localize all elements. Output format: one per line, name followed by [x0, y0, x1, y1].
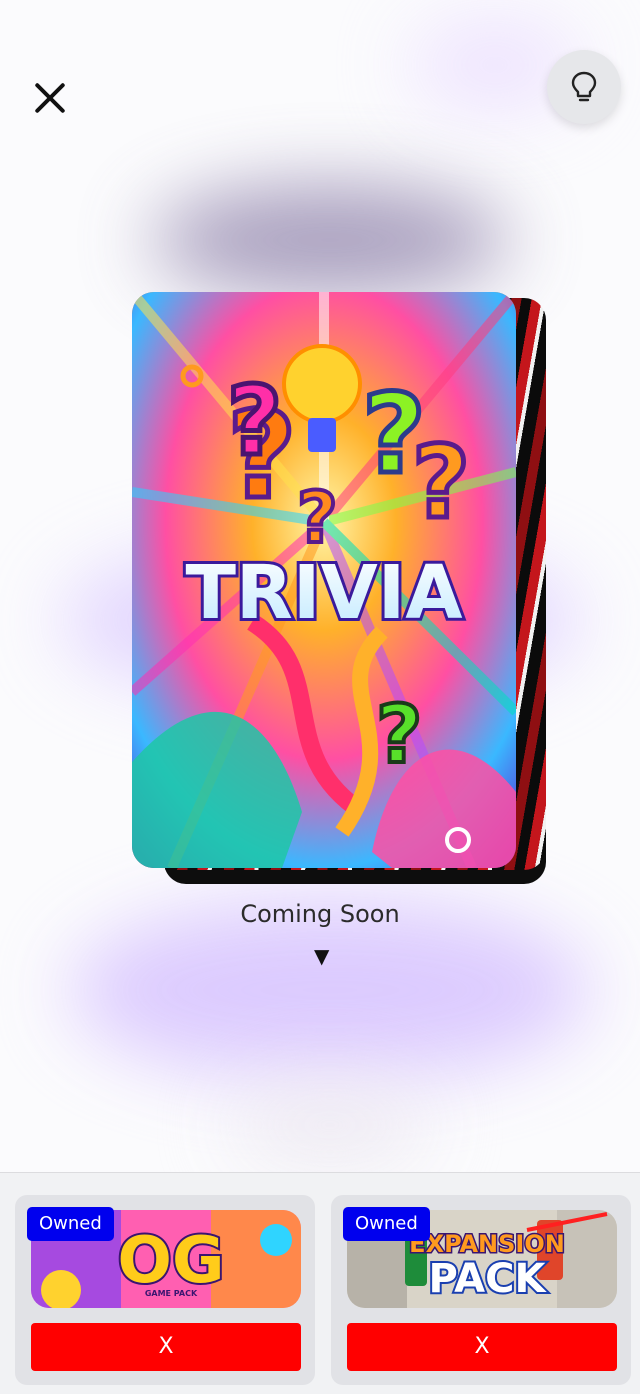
- card-title: TRIVIA: [185, 550, 462, 636]
- pack-card-og[interactable]: Owned OG GAME PACK X: [15, 1195, 315, 1385]
- pack-art-title: OG: [118, 1224, 225, 1298]
- svg-text:?: ?: [297, 477, 338, 559]
- remove-pack-button[interactable]: X: [31, 1323, 301, 1371]
- remove-pack-button[interactable]: X: [347, 1323, 617, 1371]
- pack-card-expansion[interactable]: Owned EXPANSION PACK X: [331, 1195, 631, 1385]
- lightbulb-icon: [571, 71, 597, 102]
- owned-badge: Owned: [343, 1207, 430, 1241]
- status-text: Coming Soon: [240, 900, 400, 928]
- svg-text:?: ?: [376, 688, 422, 781]
- background-blur: [150, 185, 510, 295]
- background-blur: [230, 1080, 430, 1170]
- owned-badge: Owned: [27, 1207, 114, 1241]
- packs-tray: Owned OG GAME PACK X Owned EXPANSION PAC…: [0, 1172, 640, 1394]
- pack-art-title-line1: EXPANSION: [409, 1230, 565, 1258]
- hint-button[interactable]: [547, 50, 621, 124]
- trivia-card[interactable]: ? ? ? ? ? ? TRIVIA: [132, 292, 516, 868]
- close-icon[interactable]: [28, 76, 72, 120]
- triangle-down-icon[interactable]: ▼: [314, 944, 329, 968]
- svg-text:?: ?: [412, 424, 470, 541]
- pack-art-subtitle: GAME PACK: [145, 1289, 198, 1298]
- pack-art-title-line2: PACK: [429, 1256, 548, 1302]
- game-card-stack[interactable]: ? ? ? ? ? ? TRIVIA: [132, 292, 546, 884]
- svg-text:?: ?: [227, 367, 282, 477]
